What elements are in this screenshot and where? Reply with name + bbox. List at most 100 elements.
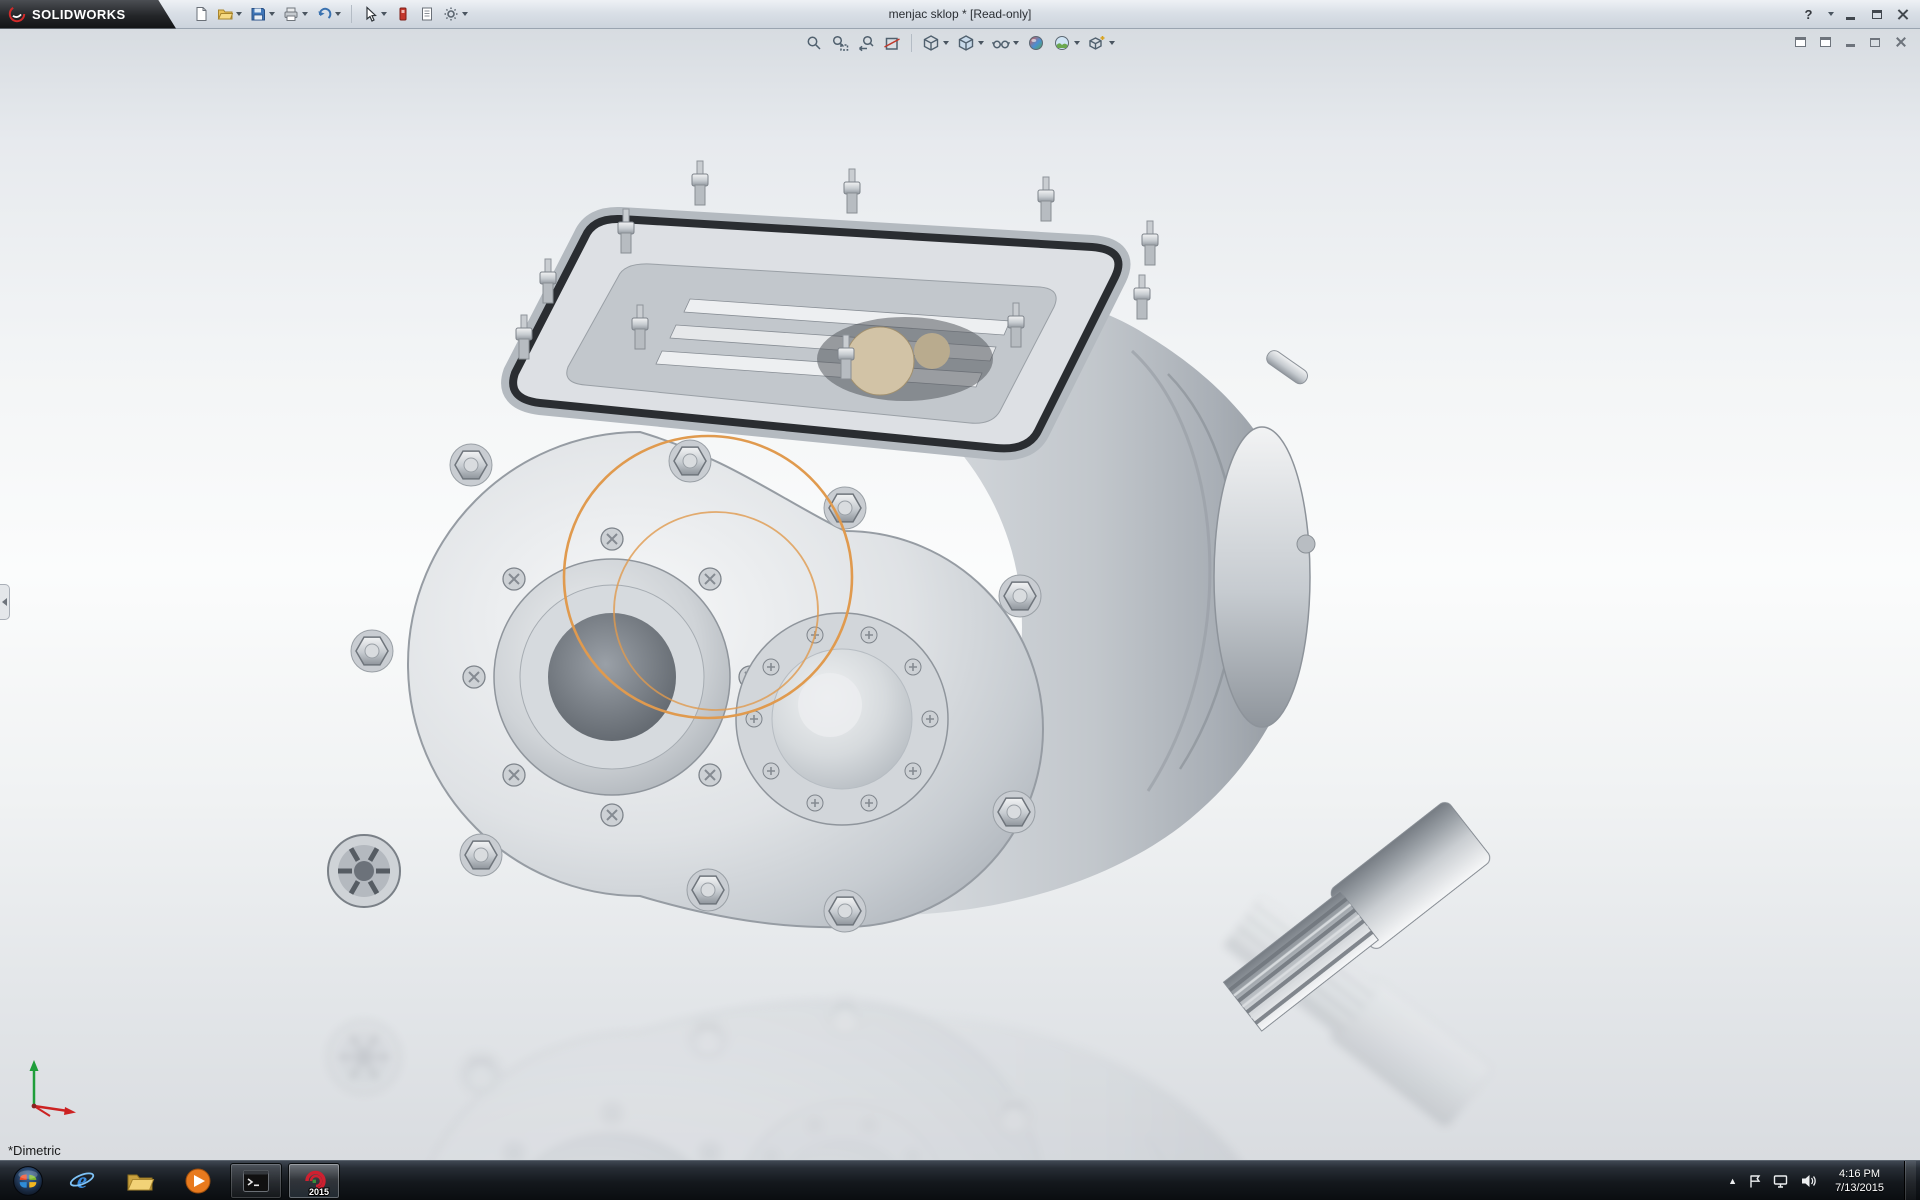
start-button[interactable] bbox=[0, 1161, 56, 1200]
command-prompt-icon bbox=[241, 1166, 271, 1196]
restore-icon bbox=[1870, 38, 1880, 47]
toolbar-separator bbox=[351, 5, 352, 23]
zoom-to-area-icon bbox=[831, 34, 849, 52]
minimize-icon bbox=[1846, 17, 1855, 20]
dropdown-arrow-icon bbox=[462, 12, 468, 16]
gearbox-3d-model[interactable] bbox=[0, 29, 1920, 1160]
view-settings-icon bbox=[1088, 34, 1106, 52]
show-hidden-icons-button[interactable]: ▲ bbox=[1728, 1176, 1737, 1186]
save-button[interactable] bbox=[247, 2, 278, 26]
network-icon[interactable] bbox=[1773, 1173, 1790, 1189]
options-button[interactable] bbox=[440, 2, 471, 26]
document-close-button[interactable] bbox=[1892, 35, 1908, 49]
apply-scene-icon bbox=[1053, 34, 1071, 52]
zoom-to-fit-icon bbox=[805, 34, 823, 52]
graphics-viewport[interactable]: *Dimetric bbox=[0, 29, 1920, 1160]
options-gear-icon bbox=[443, 6, 459, 22]
minimize-button[interactable] bbox=[1841, 6, 1860, 23]
dropdown-arrow-icon bbox=[269, 12, 275, 16]
solidworks-taskbar-button[interactable]: 2015 bbox=[288, 1163, 340, 1199]
dropdown-arrow-icon bbox=[236, 12, 242, 16]
view-orientation-cube-icon bbox=[922, 34, 940, 52]
hide-show-glasses-icon bbox=[992, 34, 1010, 52]
windows-taskbar: e bbox=[0, 1160, 1920, 1200]
action-center-flag-icon[interactable] bbox=[1747, 1173, 1763, 1189]
open-folder-icon bbox=[217, 6, 233, 22]
dropdown-arrow-icon bbox=[943, 41, 949, 45]
brand-text: SOLIDWORKS bbox=[32, 7, 126, 22]
folder-icon bbox=[125, 1166, 155, 1196]
reference-triad bbox=[20, 1048, 90, 1118]
section-view-button[interactable] bbox=[880, 32, 904, 54]
solidworks-window: SOLIDWORKS bbox=[0, 0, 1920, 1200]
media-player-button[interactable] bbox=[172, 1163, 224, 1199]
close-icon bbox=[1897, 9, 1908, 20]
solidworks-logo: SOLIDWORKS bbox=[0, 0, 176, 29]
media-player-icon bbox=[183, 1166, 213, 1196]
dropdown-arrow-icon bbox=[1074, 41, 1080, 45]
dropdown-arrow-icon bbox=[302, 12, 308, 16]
file-explorer-button[interactable] bbox=[114, 1163, 166, 1199]
dropdown-arrow-icon bbox=[381, 12, 387, 16]
apply-scene-button[interactable] bbox=[1050, 32, 1083, 54]
help-button[interactable]: ? bbox=[1799, 6, 1818, 23]
document-minimize-button[interactable] bbox=[1842, 35, 1858, 49]
system-tray: ▲ 4:16 PM 7/13/2015 bbox=[1728, 1161, 1920, 1200]
view-settings-button[interactable] bbox=[1085, 32, 1118, 54]
titlebar: SOLIDWORKS bbox=[0, 0, 1920, 29]
file-properties-button[interactable] bbox=[416, 2, 438, 26]
zoom-to-fit-button[interactable] bbox=[802, 32, 826, 54]
hide-show-items-button[interactable] bbox=[989, 32, 1022, 54]
internet-explorer-button[interactable]: e bbox=[56, 1163, 108, 1199]
solidworks-app-icon: 2015 bbox=[298, 1165, 330, 1197]
addins-button[interactable] bbox=[392, 2, 414, 26]
close-icon bbox=[1895, 37, 1905, 47]
internet-explorer-icon: e bbox=[67, 1166, 97, 1196]
command-prompt-button[interactable] bbox=[230, 1163, 282, 1199]
windows-start-orb-icon bbox=[12, 1165, 44, 1197]
dropdown-arrow-icon bbox=[1828, 12, 1834, 16]
show-desktop-button[interactable] bbox=[1904, 1161, 1916, 1200]
tile-windows-button[interactable] bbox=[1817, 35, 1833, 49]
undo-button[interactable] bbox=[313, 2, 344, 26]
svg-text:2015: 2015 bbox=[309, 1187, 329, 1197]
standard-toolbar bbox=[176, 2, 471, 26]
open-button[interactable] bbox=[214, 2, 245, 26]
edit-appearance-button[interactable] bbox=[1024, 32, 1048, 54]
system-clock[interactable]: 4:16 PM 7/13/2015 bbox=[1827, 1167, 1892, 1195]
addin-red-icon bbox=[395, 6, 411, 22]
clock-date: 7/13/2015 bbox=[1835, 1181, 1884, 1195]
heads-up-toolbar bbox=[802, 32, 1118, 54]
new-window-button[interactable] bbox=[1792, 35, 1808, 49]
maximize-button[interactable] bbox=[1867, 6, 1886, 23]
triad-axes-icon bbox=[20, 1048, 90, 1118]
previous-view-button[interactable] bbox=[854, 32, 878, 54]
document-window-controls bbox=[1792, 35, 1908, 49]
dropdown-arrow-icon bbox=[1013, 41, 1019, 45]
previous-view-icon bbox=[857, 34, 875, 52]
window-icon bbox=[1795, 37, 1806, 47]
gearbox-assembly[interactable] bbox=[328, 29, 1493, 1037]
save-floppy-icon bbox=[250, 6, 266, 22]
undo-arrow-icon bbox=[316, 6, 332, 22]
taskbar-apps: e bbox=[56, 1163, 340, 1199]
close-button[interactable] bbox=[1893, 6, 1912, 23]
chevron-left-icon bbox=[2, 598, 7, 606]
section-view-icon bbox=[883, 34, 901, 52]
select-cursor-icon bbox=[362, 6, 378, 22]
select-button[interactable] bbox=[359, 2, 390, 26]
volume-icon[interactable] bbox=[1800, 1173, 1817, 1189]
new-document-icon bbox=[193, 6, 209, 22]
display-style-button[interactable] bbox=[954, 32, 987, 54]
new-document-button[interactable] bbox=[190, 2, 212, 26]
window-tile-icon bbox=[1820, 37, 1831, 47]
dassault-3ds-logo-icon bbox=[8, 5, 26, 23]
featuremanager-collapsed-tab[interactable] bbox=[0, 584, 10, 620]
zoom-to-area-button[interactable] bbox=[828, 32, 852, 54]
display-style-cube-icon bbox=[957, 34, 975, 52]
print-button[interactable] bbox=[280, 2, 311, 26]
view-orientation-button[interactable] bbox=[919, 32, 952, 54]
window-controls: ? bbox=[1799, 6, 1920, 23]
document-restore-button[interactable] bbox=[1867, 35, 1883, 49]
edit-appearance-sphere-icon bbox=[1027, 34, 1045, 52]
